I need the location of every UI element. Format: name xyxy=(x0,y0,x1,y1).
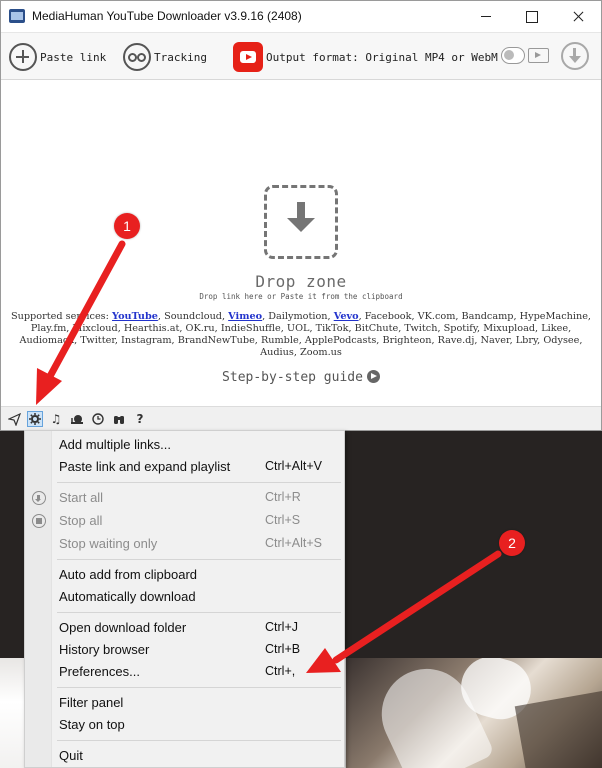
step-by-step-guide-link[interactable]: Step-by-step guide xyxy=(1,370,601,385)
services-text-2: , Dailymotion, xyxy=(262,311,334,322)
minimize-button[interactable] xyxy=(463,1,509,32)
menu-item-label: Filter panel xyxy=(59,695,124,710)
menu-item-label: Start all xyxy=(59,490,104,505)
help-icon[interactable]: ? xyxy=(132,411,148,427)
vevo-link[interactable]: Vevo xyxy=(334,311,359,322)
app-window: MediaHuman YouTube Downloader v3.9.16 (2… xyxy=(0,0,602,431)
menu-item-start-all[interactable]: Start all Ctrl+R xyxy=(25,487,344,509)
menu-item-filter-panel[interactable]: Filter panel xyxy=(25,692,344,714)
wallpaper-artwork xyxy=(346,658,602,768)
binoculars-icon[interactable] xyxy=(111,411,127,427)
vimeo-link[interactable]: Vimeo xyxy=(228,311,262,322)
video-icon[interactable] xyxy=(528,48,549,63)
menu-item-paste-expand-playlist[interactable]: Paste link and expand playlist Ctrl+Alt+… xyxy=(25,456,344,478)
title-bar: MediaHuman YouTube Downloader v3.9.16 (2… xyxy=(1,1,601,32)
menu-item-shortcut: Ctrl+J xyxy=(265,620,298,634)
drop-zone-title: Drop zone xyxy=(255,272,347,291)
app-logo-icon xyxy=(9,9,25,23)
maximize-button[interactable] xyxy=(509,1,555,32)
menu-item-shortcut: Ctrl+R xyxy=(265,490,301,504)
output-format-button[interactable]: Output format: Original MP4 or WebM xyxy=(233,41,498,73)
menu-item-label: Auto add from clipboard xyxy=(59,567,198,582)
paste-link-button[interactable]: Paste link xyxy=(9,41,106,73)
annotation-badge-1: 1 xyxy=(114,213,140,239)
download-all-icon[interactable] xyxy=(561,42,589,70)
menu-separator xyxy=(57,559,341,560)
plus-icon xyxy=(9,43,37,71)
guide-label: Step-by-step guide xyxy=(222,370,363,385)
download-circle-icon xyxy=(32,491,46,505)
menu-item-label: Preferences... xyxy=(59,664,140,679)
paste-link-label: Paste link xyxy=(40,50,107,64)
clock-icon[interactable] xyxy=(90,411,106,427)
gear-icon[interactable] xyxy=(27,411,43,427)
menu-item-shortcut: Ctrl+S xyxy=(265,513,301,527)
menu-item-label: History browser xyxy=(59,642,150,657)
menu-item-history-browser[interactable]: History browser Ctrl+B xyxy=(25,639,344,661)
menu-item-stop-waiting-only[interactable]: Stop waiting only Ctrl+Alt+S xyxy=(25,533,344,555)
menu-item-preferences[interactable]: Preferences... Ctrl+, xyxy=(25,661,344,683)
menu-item-label: Stay on top xyxy=(59,717,125,732)
drop-zone-hint: Drop link here or Paste it from the clip… xyxy=(199,292,403,301)
annotation-badge-2: 2 xyxy=(499,530,525,556)
supported-services: Supported services: YouTube, Soundcloud,… xyxy=(9,311,593,359)
youtube-link[interactable]: YouTube xyxy=(112,311,158,322)
tracking-button[interactable]: Tracking xyxy=(123,41,207,73)
menu-separator xyxy=(57,740,341,741)
menu-item-stop-all[interactable]: Stop all Ctrl+S xyxy=(25,510,344,532)
menu-item-label: Stop all xyxy=(59,513,103,528)
menu-item-automatically-download[interactable]: Automatically download xyxy=(25,586,344,608)
send-icon[interactable] xyxy=(6,411,22,427)
menu-item-label: Open download folder xyxy=(59,620,187,635)
services-prefix: Supported services: xyxy=(10,311,109,322)
menu-item-label: Quit xyxy=(59,748,83,763)
output-format-label: Output format: Original MP4 or WebM xyxy=(266,50,498,64)
menu-item-label: Add multiple links... xyxy=(59,437,171,452)
menu-item-label: Paste link and expand playlist xyxy=(59,459,231,474)
video-mode-toggle[interactable] xyxy=(501,47,525,64)
menu-item-add-multiple-links[interactable]: Add multiple links... xyxy=(25,434,344,456)
menu-item-label: Stop waiting only xyxy=(59,536,158,551)
menu-separator xyxy=(57,687,341,688)
status-bar: ♫ ? xyxy=(1,406,601,430)
menu-item-shortcut: Ctrl+Alt+V xyxy=(265,459,322,473)
music-note-icon[interactable]: ♫ xyxy=(48,411,64,427)
snail-icon[interactable] xyxy=(69,411,85,427)
menu-item-stay-on-top[interactable]: Stay on top xyxy=(25,714,344,736)
arrow-right-icon xyxy=(366,370,380,383)
menu-item-open-download-folder[interactable]: Open download folder Ctrl+J xyxy=(25,617,344,639)
tracking-label: Tracking xyxy=(154,50,207,64)
menu-item-shortcut: Ctrl+B xyxy=(265,642,301,656)
menu-item-shortcut: Ctrl+, xyxy=(265,664,296,678)
menu-item-label: Automatically download xyxy=(59,589,196,604)
window-title: MediaHuman YouTube Downloader v3.9.16 (2… xyxy=(32,9,302,23)
settings-menu: Add multiple links... Paste link and exp… xyxy=(24,430,345,768)
close-button[interactable] xyxy=(555,1,601,32)
binoculars-icon xyxy=(123,43,151,71)
youtube-icon xyxy=(233,42,263,72)
menu-separator xyxy=(57,482,341,483)
menu-item-auto-add-clipboard[interactable]: Auto add from clipboard xyxy=(25,564,344,586)
drop-zone-area[interactable]: Drop zone Drop link here or Paste it fro… xyxy=(1,80,601,406)
drop-zone-icon xyxy=(264,185,338,259)
menu-item-shortcut: Ctrl+Alt+S xyxy=(265,536,322,550)
services-text-1: , Soundcloud, xyxy=(157,311,229,322)
menu-separator xyxy=(57,612,341,613)
menu-item-quit[interactable]: Quit xyxy=(25,745,344,767)
stop-circle-icon xyxy=(32,514,46,528)
